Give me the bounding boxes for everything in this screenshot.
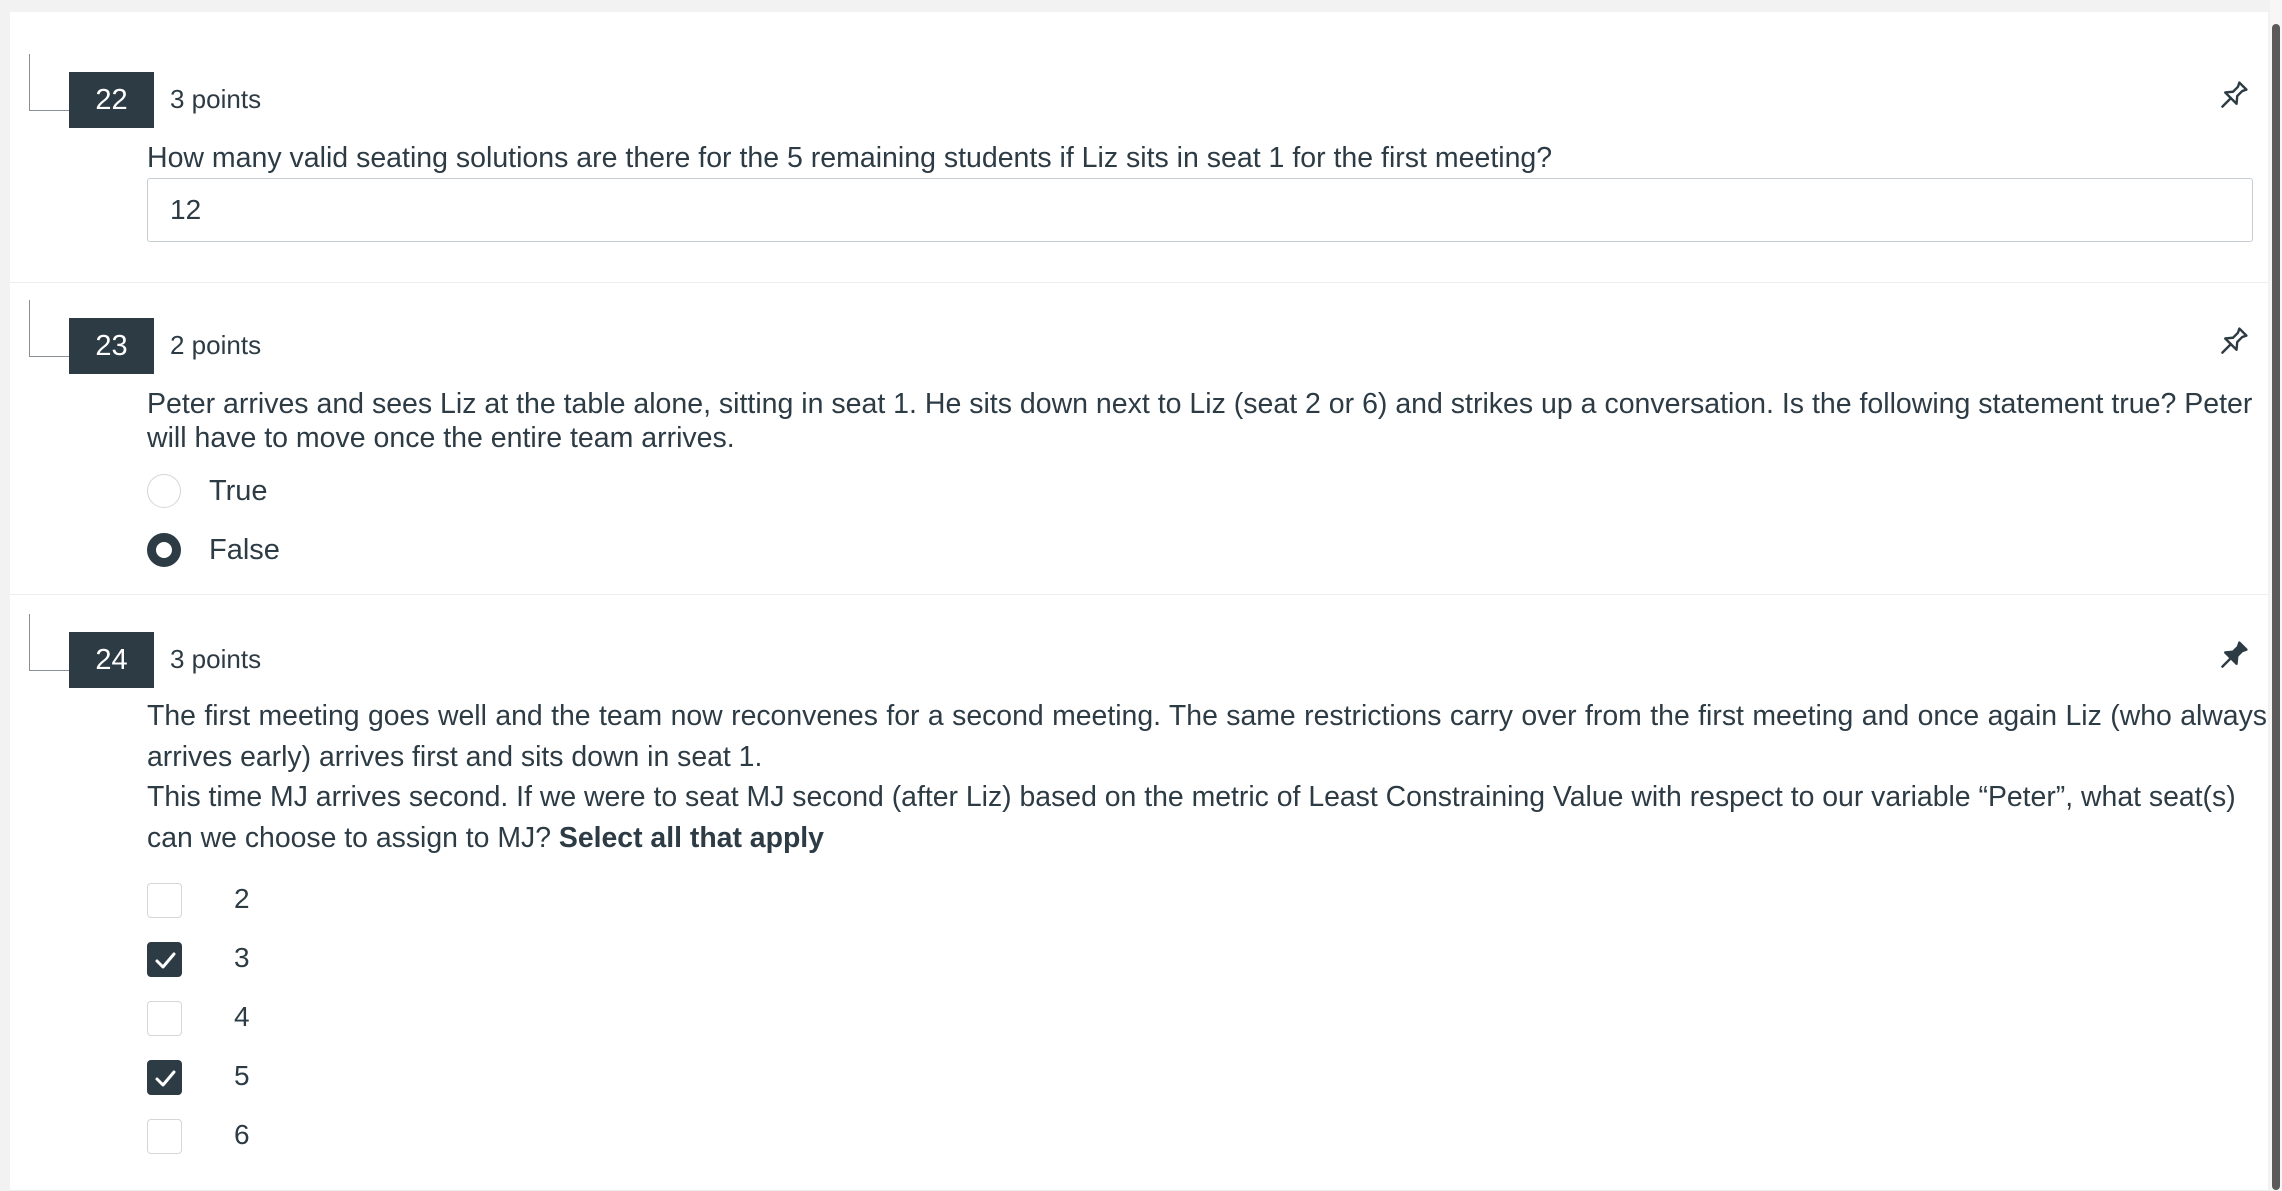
scrollbar-thumb[interactable] <box>2272 24 2280 1190</box>
question-points: 2 points <box>170 330 262 360</box>
checkmark-icon <box>155 1070 176 1087</box>
question-bracket <box>29 54 70 111</box>
question-text: The first meeting goes well and the team… <box>147 696 2267 858</box>
checkbox-checked[interactable] <box>147 1060 182 1095</box>
checkbox-checked[interactable] <box>147 942 182 977</box>
pin-filled-icon[interactable] <box>2215 638 2251 674</box>
question-points: 3 points <box>170 84 262 114</box>
option-label: False <box>209 534 280 566</box>
question-24: 24 3 points The first meeting goes well … <box>10 594 2268 1191</box>
question-text: Peter arrives and sees Liz at the table … <box>147 388 2253 454</box>
option-label: 6 <box>234 1119 250 1150</box>
radio-button[interactable] <box>147 474 181 508</box>
option-label: 3 <box>234 942 250 973</box>
checkmark-icon <box>155 952 176 969</box>
quiz-page: 22 3 points How many valid seating solut… <box>10 12 2268 1191</box>
question-bracket <box>29 300 70 357</box>
select-all-instruction: Select all that apply <box>558 821 824 854</box>
pin-outline-icon[interactable] <box>2215 324 2251 360</box>
question-number: 24 <box>69 632 154 688</box>
answer-input[interactable]: 12 <box>147 178 2253 242</box>
checkbox[interactable] <box>147 883 182 918</box>
option-label: 2 <box>234 883 250 914</box>
option-label: 4 <box>234 1001 250 1032</box>
question-paragraph-2: This time MJ arrives second. If we were … <box>147 777 2267 858</box>
radio-button-selected[interactable] <box>147 533 181 567</box>
question-bracket <box>29 614 70 671</box>
vertical-scrollbar[interactable] <box>2270 0 2282 1190</box>
question-number: 22 <box>69 72 154 128</box>
pin-outline-icon[interactable] <box>2215 78 2251 114</box>
option-label: 5 <box>234 1060 250 1091</box>
question-text: How many valid seating solutions are the… <box>147 142 1553 174</box>
option-label: True <box>209 475 268 507</box>
question-paragraph-2-text: This time MJ arrives second. If we were … <box>147 781 2236 854</box>
checkbox[interactable] <box>147 1119 182 1154</box>
question-points: 3 points <box>170 644 262 674</box>
checkbox[interactable] <box>147 1001 182 1036</box>
question-22: 22 3 points How many valid seating solut… <box>10 12 2268 283</box>
question-number: 23 <box>69 318 154 374</box>
question-paragraph-1: The first meeting goes well and the team… <box>147 700 2267 773</box>
question-23: 23 2 points Peter arrives and sees Liz a… <box>10 282 2268 595</box>
